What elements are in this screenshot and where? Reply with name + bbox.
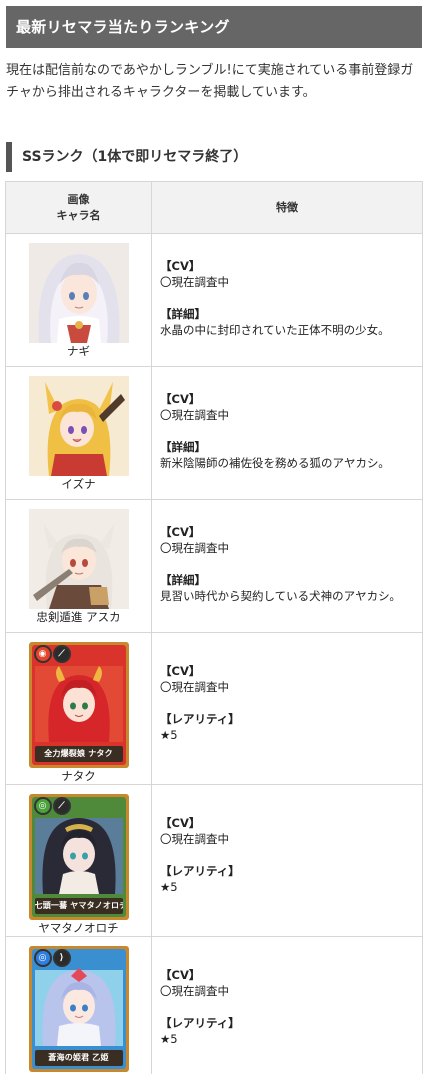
header-image-name: 画像 キャラ名 — [5, 181, 152, 234]
card-title-plate: 七頭一蕃 ヤマタノオロチ — [34, 898, 123, 914]
table-row: ナギ 【CV】 〇現在調査中 【詳細】 水晶の中に封印されていた正体不明の少女。 — [5, 233, 423, 367]
wind-element-icon: ◎ — [33, 797, 52, 815]
header-features: 特徴 — [151, 181, 423, 234]
character-name: ナギ — [67, 344, 90, 358]
cv-label: 【CV】 — [160, 816, 201, 830]
ranking-table: 画像 キャラ名 特徴 ナギ 【CV】 〇現在調査中 【詳細】 水晶の中に封印され… — [5, 181, 423, 1074]
rarity-value: ★5 — [160, 1032, 178, 1046]
spear-weapon-icon: ⟋ — [52, 645, 71, 663]
cv-label: 【CV】 — [160, 525, 201, 539]
rarity-label: 【レアリティ】 — [160, 1016, 240, 1030]
card-title-plate: 蒼海の姫君 乙姫 — [34, 1050, 123, 1066]
spear-weapon-icon: ⟋ — [52, 797, 71, 815]
character-card-otohime[interactable]: ◎ ⟩ 蒼海の姫君 乙姫 — [28, 946, 129, 1072]
character-portrait-izuna[interactable] — [28, 376, 129, 476]
header-name-label: キャラ名 — [56, 208, 101, 222]
table-row: ◎ ⟩ 蒼海の姫君 乙姫 乙姫 【CV】 〇現在調査中 【レアリティ】 ★5 — [5, 936, 423, 1074]
cv-value: 〇現在調査中 — [160, 541, 229, 555]
cv-label: 【CV】 — [160, 259, 201, 273]
cv-value: 〇現在調査中 — [160, 408, 229, 422]
intro-text: 現在は配信前なのであやかしランブル!にて実施されている事前登録ガチャから排出され… — [6, 63, 414, 100]
detail-value: 水晶の中に封印されていた正体不明の少女。 — [160, 323, 390, 337]
rarity-label: 【レアリティ】 — [160, 712, 240, 726]
card-title-plate: 全力爆裂娘 ナタク — [34, 746, 123, 762]
table-row: イズナ 【CV】 〇現在調査中 【詳細】 新米陰陽師の補佐役を務める狐のアヤカシ… — [5, 366, 423, 500]
rarity-value: ★5 — [160, 728, 178, 742]
table-header-row: 画像 キャラ名 特徴 — [5, 181, 423, 234]
detail-label: 【詳細】 — [160, 573, 206, 587]
character-name: ナタク — [61, 769, 96, 783]
cv-value: 〇現在調査中 — [160, 680, 229, 694]
table-row: 忠剣遁進 アスカ 【CV】 〇現在調査中 【詳細】 見習い時代から契約している犬… — [5, 499, 423, 633]
detail-value: 新米陰陽師の補佐役を務める狐のアヤカシ。 — [160, 456, 390, 470]
character-card-nataku[interactable]: ◉ ⟋ 全力爆裂娘 ナタク — [28, 642, 129, 768]
page-heading: 最新リセマラ当たりランキング — [6, 6, 422, 48]
rarity-label: 【レアリティ】 — [160, 864, 240, 878]
cv-label: 【CV】 — [160, 392, 201, 406]
bow-weapon-icon: ⟩ — [52, 949, 71, 967]
fire-element-icon: ◉ — [33, 645, 52, 663]
rarity-value: ★5 — [160, 880, 178, 894]
cv-value: 〇現在調査中 — [160, 832, 229, 846]
detail-value: 見習い時代から契約している犬神のアヤカシ。 — [160, 589, 401, 603]
table-row: ◉ ⟋ 全力爆裂娘 ナタク ナタク 【CV】 〇現在調査中 【レアリティ】 ★5 — [5, 632, 423, 785]
detail-label: 【詳細】 — [160, 307, 206, 321]
header-image-label: 画像 — [67, 192, 90, 206]
character-name: ヤマタノオロチ — [38, 921, 119, 935]
water-element-icon: ◎ — [33, 949, 52, 967]
character-card-yamata[interactable]: ◎ ⟋ 七頭一蕃 ヤマタノオロチ — [28, 794, 129, 920]
table-row: ◎ ⟋ 七頭一蕃 ヤマタノオロチ ヤマタノオロチ 【CV】 〇現在調査中 【レア… — [5, 784, 423, 937]
cv-value: 〇現在調査中 — [160, 984, 229, 998]
character-name: 忠剣遁進 アスカ — [36, 610, 121, 624]
cv-label: 【CV】 — [160, 968, 201, 982]
character-portrait-asuka[interactable] — [28, 509, 129, 609]
cv-label: 【CV】 — [160, 664, 201, 678]
character-portrait-nagi[interactable] — [28, 243, 129, 343]
detail-label: 【詳細】 — [160, 440, 206, 454]
cv-value: 〇現在調査中 — [160, 275, 229, 289]
character-name: イズナ — [61, 477, 96, 491]
section-title: SSランク（1体で即リセマラ終了） — [6, 142, 422, 172]
